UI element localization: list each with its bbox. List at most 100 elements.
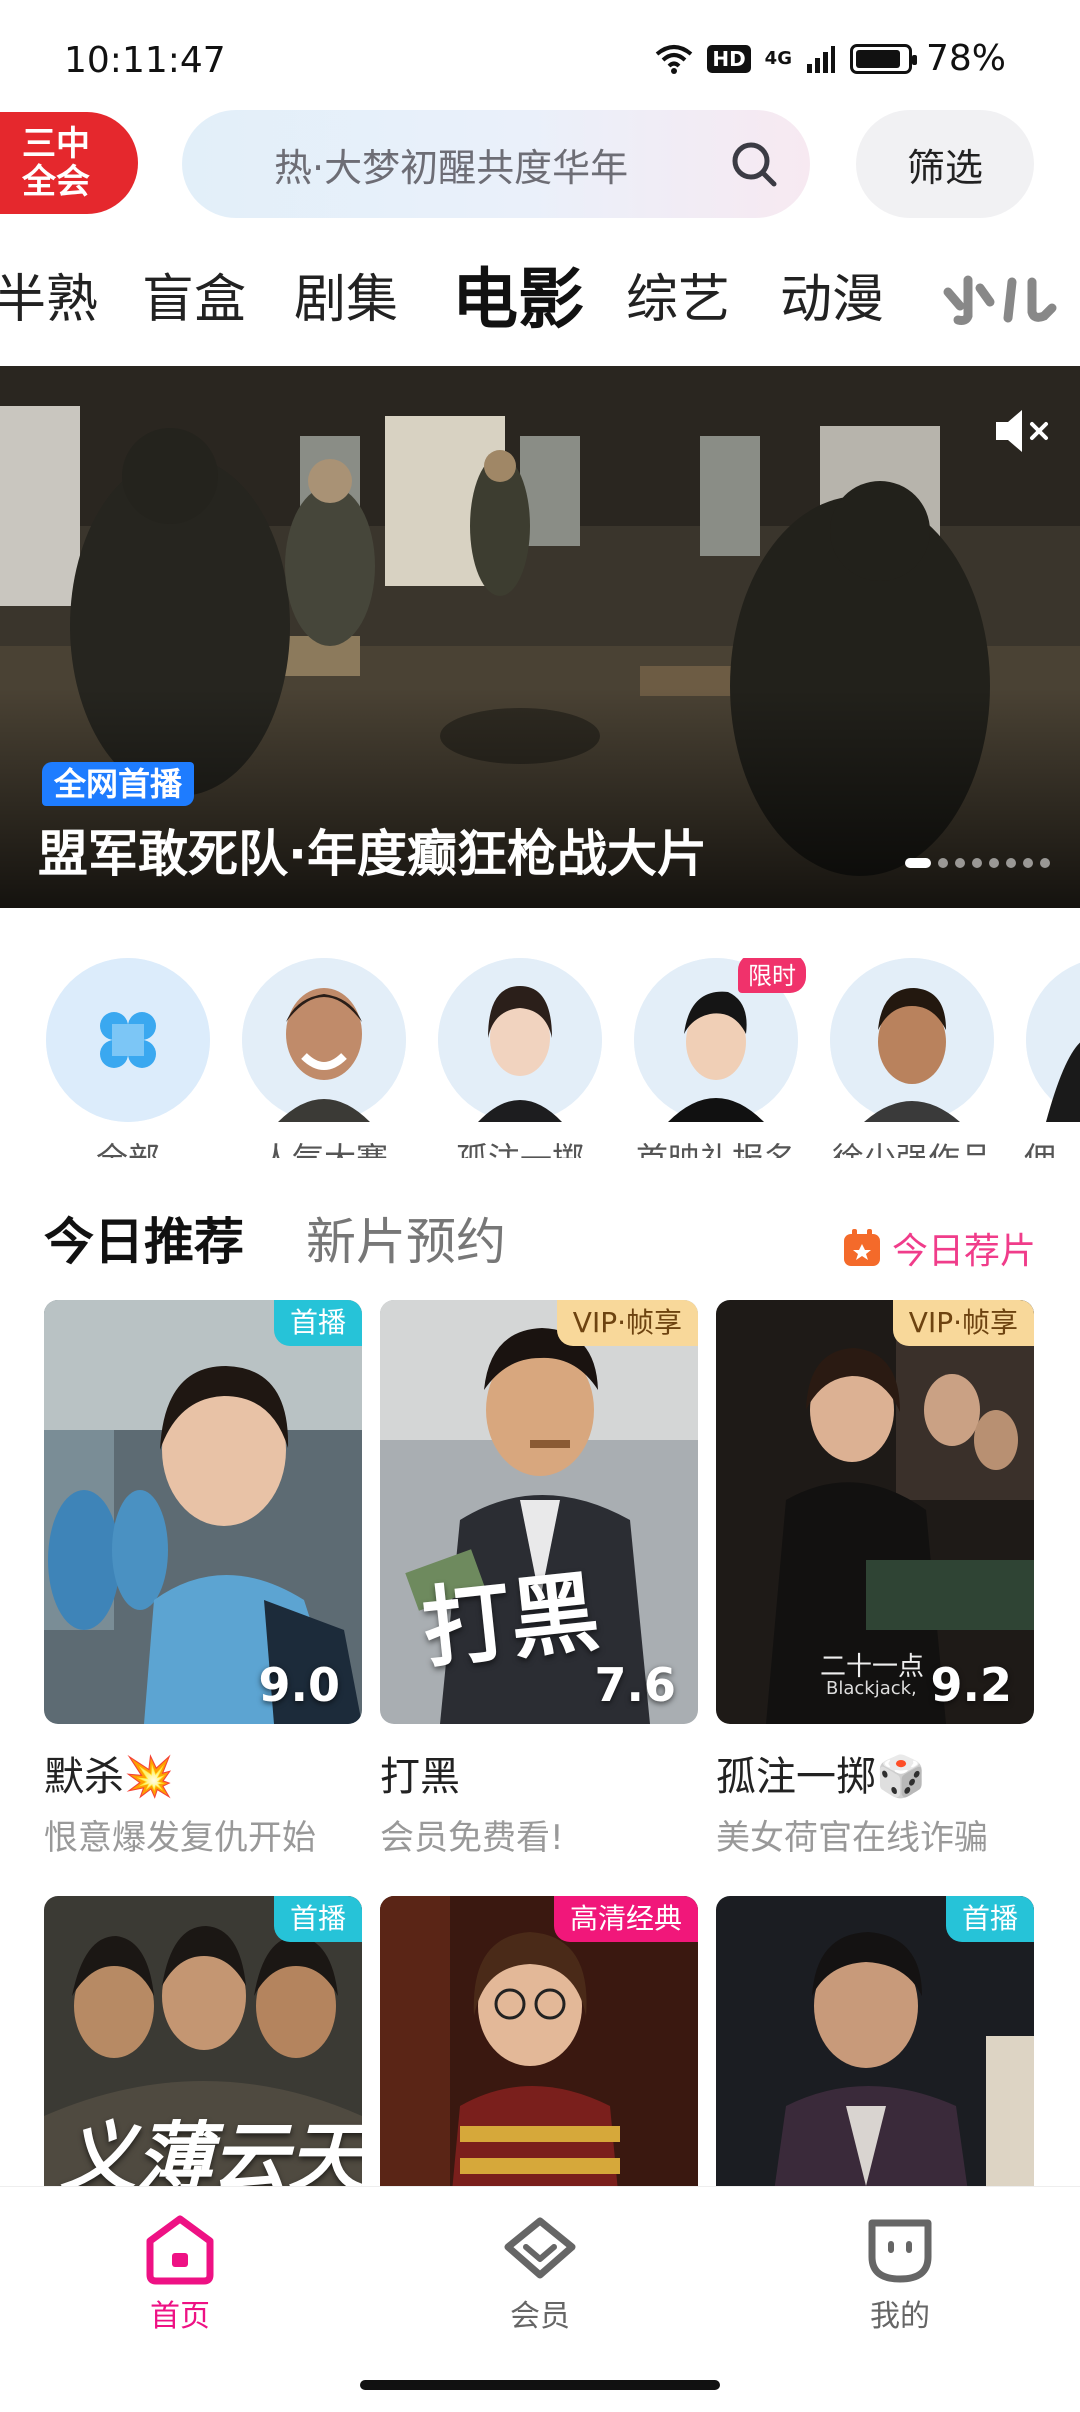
quick-label: 孤注一掷: [422, 1134, 618, 1158]
filter-button[interactable]: 筛选: [856, 110, 1034, 218]
battery-icon: [849, 43, 917, 74]
poster-tag: 首播: [945, 1896, 1034, 1942]
movie-title: 打黑: [380, 1754, 460, 1800]
movie-title: 孤注一掷🎲: [716, 1754, 926, 1800]
rating-score: 7.6: [594, 1658, 677, 1712]
grid-icon: [46, 958, 210, 1122]
movie-poster: 打黑 VIP·帧享 7.6: [380, 1300, 698, 1724]
diamond-icon: [504, 2217, 576, 2279]
quick-label: 佣: [1010, 1134, 1080, 1158]
today-pick-link[interactable]: 今日荐片: [842, 1222, 1036, 1274]
quick-item[interactable]: 限时 首映礼报名: [618, 958, 814, 1158]
poster-caption-en: Blackjack,: [826, 1678, 917, 1699]
wifi-icon: [656, 44, 693, 74]
rating-score: 9.0: [258, 1658, 341, 1712]
search-bar[interactable]: 热·大梦初醒共度华年: [182, 110, 810, 218]
quick-circle: [46, 958, 210, 1122]
quick-label: 首映礼报名: [618, 1134, 814, 1158]
today-pick-label: 今日荐片: [891, 1231, 1036, 1272]
quick-item[interactable]: 佣: [1010, 958, 1080, 1158]
avatar-image: [438, 958, 602, 1122]
event-badge[interactable]: 三中 全会: [0, 112, 138, 214]
movie-card[interactable]: 二十一点 Blackjack, VIP·帧享 9.2 孤注一掷🎲 美女荷官在线诈…: [716, 1300, 1034, 1859]
poster-tag: 高清经典: [553, 1896, 698, 1942]
carousel-dot: [989, 858, 999, 868]
rating-score: 9.2: [930, 1658, 1013, 1712]
movie-card[interactable]: 首播 9.0 默杀💥 恨意爆发复仇开始: [44, 1300, 362, 1859]
poster-tag: VIP·帧享: [556, 1300, 698, 1346]
carousel-dot: [1040, 858, 1050, 868]
battery-percent: 78%: [925, 38, 1006, 79]
home-indicator[interactable]: [360, 2380, 720, 2390]
movie-poster: 首播 9.0: [44, 1300, 362, 1724]
profile-icon: [868, 2219, 932, 2283]
status-bar: 10:11:47 HD 4G 78%: [0, 0, 1080, 110]
calendar-icon: [843, 1229, 880, 1266]
carousel-dot: [955, 858, 965, 868]
tab-new-reservation[interactable]: 新片预约: [306, 1206, 506, 1278]
nav-profile[interactable]: 我的: [800, 2213, 1000, 2335]
avatar-image: [1026, 962, 1080, 1122]
quick-item[interactable]: 徐少强作品: [814, 958, 1010, 1158]
category-tab-active[interactable]: 电影: [452, 250, 584, 350]
limited-badge: 限时: [738, 958, 806, 993]
movie-subtitle: 会员免费看!: [380, 1818, 564, 1858]
bottom-nav: 首页 会员 我的: [0, 2186, 1080, 2412]
banner-title: 盟军敢死队·年度癫狂枪战大片: [38, 825, 707, 883]
nav-label: 我的: [870, 2299, 930, 2334]
category-tab[interactable]: 半熟: [0, 250, 98, 350]
category-tab[interactable]: 综艺: [626, 250, 730, 350]
poster-tag: 首播: [273, 1300, 362, 1346]
search-icon[interactable]: [728, 138, 780, 190]
nav-home[interactable]: 首页: [80, 2213, 280, 2335]
movie-poster: 二十一点 Blackjack, VIP·帧享 9.2: [716, 1300, 1034, 1724]
mute-icon[interactable]: [992, 404, 1052, 458]
movie-subtitle: 恨意爆发复仇开始: [44, 1818, 316, 1858]
status-time: 10:11:47: [64, 40, 226, 81]
quick-item[interactable]: 孤注一掷: [422, 958, 618, 1158]
quick-label: 人气大赛: [226, 1134, 422, 1158]
hd-icon: HD: [707, 44, 751, 73]
nav-vip[interactable]: 会员: [440, 2213, 640, 2335]
event-badge-line1: 三中: [22, 124, 90, 164]
avatar: [438, 958, 602, 1122]
hero-banner[interactable]: 全网首播 盟军敢死队·年度癫狂枪战大片: [0, 366, 1080, 908]
kids-logo-icon[interactable]: [940, 272, 1060, 328]
recommend-header: 今日推荐 新片预约 今日荐片: [44, 1206, 1036, 1278]
carousel-dot: [905, 858, 931, 868]
category-tab[interactable]: 盲盒: [142, 250, 246, 350]
banner-tag: 全网首播: [42, 762, 195, 806]
avatar-image: [242, 958, 406, 1122]
quick-access-row: 全部 人气大赛 孤注一掷: [0, 958, 1080, 1158]
quick-label: 徐少强作品: [814, 1134, 1010, 1158]
poster-title-art: 打黑: [417, 1559, 604, 1681]
tab-today-recommend[interactable]: 今日推荐: [44, 1206, 244, 1278]
nav-label: 首页: [150, 2299, 210, 2334]
quick-item-all[interactable]: 全部: [30, 958, 226, 1158]
movie-card[interactable]: 打黑 VIP·帧享 7.6 打黑 会员免费看!: [380, 1300, 698, 1859]
movie-subtitle: 美女荷官在线诈骗: [716, 1818, 988, 1858]
carousel-dot: [1023, 858, 1033, 868]
status-icons: HD 4G 78%: [655, 38, 1006, 79]
home-icon: [146, 2215, 214, 2285]
network-label: 4G: [764, 47, 792, 69]
nav-label: 会员: [510, 2299, 570, 2334]
avatar-image: [830, 958, 994, 1122]
poster-tag: 首播: [273, 1896, 362, 1942]
movie-title: 默杀💥: [44, 1754, 174, 1800]
avatar: 限时: [634, 958, 806, 1122]
search-placeholder: 热·大梦初醒共度华年: [274, 145, 629, 190]
carousel-dot: [938, 858, 948, 868]
avatar: [242, 958, 406, 1122]
carousel-dot: [972, 858, 982, 868]
category-tab[interactable]: 剧集: [294, 250, 398, 350]
poster-tag: VIP·帧享: [892, 1300, 1034, 1346]
quick-label: 全部: [30, 1134, 226, 1158]
carousel-dot: [1006, 858, 1016, 868]
category-tabs: 半熟 盲盒 剧集 电影 综艺 动漫: [0, 250, 1080, 350]
avatar: [1026, 958, 1080, 1122]
avatar: [830, 958, 994, 1122]
event-badge-line2: 全会: [22, 162, 90, 202]
category-tab[interactable]: 动漫: [780, 250, 884, 350]
quick-item[interactable]: 人气大赛: [226, 958, 422, 1158]
